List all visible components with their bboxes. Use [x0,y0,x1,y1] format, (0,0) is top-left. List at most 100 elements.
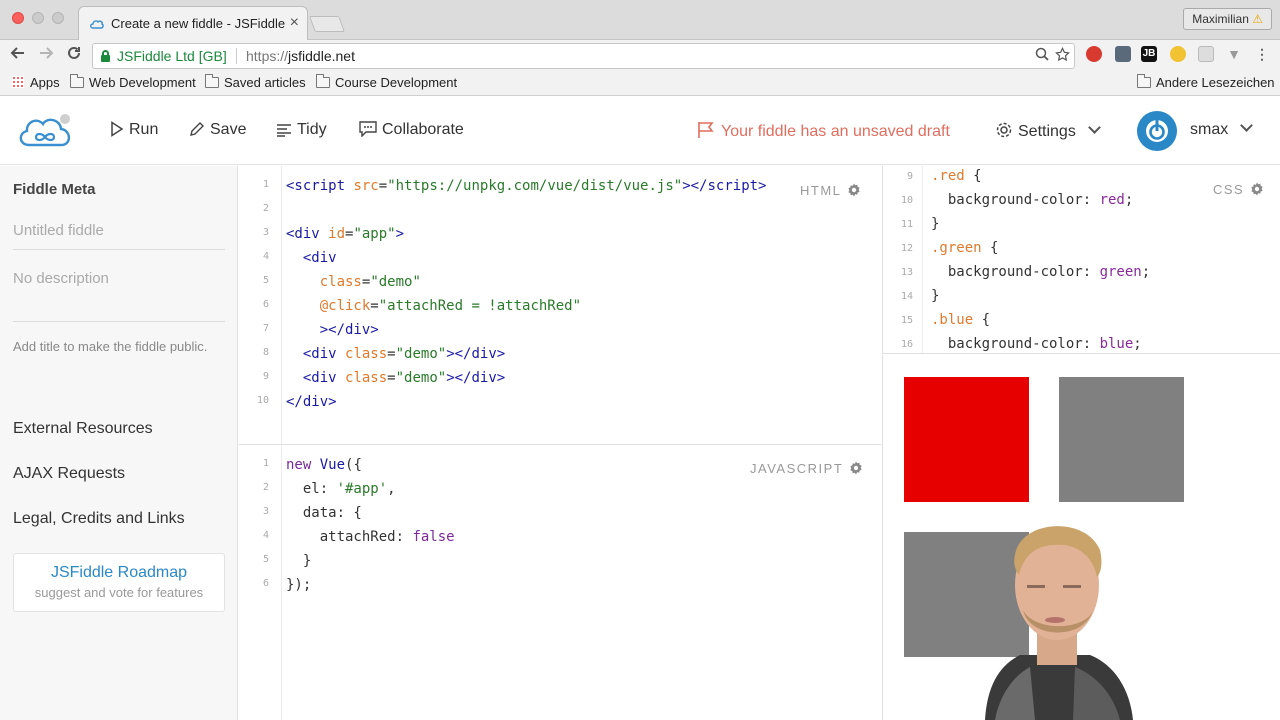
zoom-icon[interactable] [1035,47,1049,64]
html-code[interactable]: <script src="https://unpkg.com/vue/dist/… [286,174,767,414]
line-number: 3 [262,506,269,517]
jsfiddle-logo-icon[interactable] [17,111,75,151]
fiddle-description-input[interactable]: No description [13,270,225,322]
line-number: 4 [262,251,269,262]
extension-puzzle-icon[interactable] [1115,46,1131,62]
forward-arrow-icon[interactable] [36,45,56,65]
unsaved-draft-notice[interactable]: Your fiddle has an unsaved draft [697,121,950,141]
settings-button[interactable]: Settings [995,121,1101,141]
folder-icon [205,74,219,88]
demo-box-red[interactable] [904,377,1029,502]
power-icon [1140,114,1174,148]
line-number: 1 [262,179,269,190]
gear-icon[interactable] [849,461,863,475]
close-window-button[interactable] [12,12,24,24]
reload-icon[interactable] [64,45,84,65]
line-number: 1 [262,458,269,469]
html-editor[interactable]: 1 2 3 4 5 6 7 8 9 10 <script src="https:… [239,166,881,445]
back-arrow-icon[interactable] [8,45,28,65]
sidebar-link-external-resources[interactable]: External Resources [13,420,153,438]
sidebar-link-legal[interactable]: Legal, Credits and Links [13,510,185,528]
line-number: 9 [906,171,913,182]
avatar[interactable] [1137,111,1177,151]
tab-title: Create a new fiddle - JSFiddle [111,16,286,31]
tidy-button[interactable]: Tidy [276,121,327,139]
roadmap-subtitle: suggest and vote for features [34,585,204,600]
sidebar-link-ajax-requests[interactable]: AJAX Requests [13,465,125,483]
minimize-window-button[interactable] [32,12,44,24]
line-number: 15 [900,315,913,326]
bookmark-web-development[interactable]: Web Development [70,74,196,90]
browser-toolbar: JSFiddle Ltd [GB] https://jsfiddle.net J… [0,40,1280,71]
line-number: 9 [262,371,269,382]
line-number: 5 [262,554,269,565]
css-gutter: 9 10 11 12 13 14 15 16 [883,166,923,353]
gear-icon[interactable] [1250,182,1264,196]
browser-titlebar: Create a new fiddle - JSFiddle × Maximil… [0,0,1280,40]
sidebar-title: Fiddle Meta [13,181,96,198]
extension-v-icon[interactable]: ▼ [1226,46,1242,62]
apps-grid-icon [12,76,24,88]
collaborate-button[interactable]: Collaborate [359,121,464,139]
line-number: 10 [256,395,269,406]
javascript-editor[interactable]: 1 2 3 4 5 6 new Vue({ el: '#app', data: … [239,446,881,720]
extension-jb-icon[interactable]: JB [1141,46,1157,62]
bookmark-star-icon[interactable] [1055,46,1070,65]
url-text[interactable]: https://jsfiddle.net [246,48,355,64]
bookmark-course-development[interactable]: Course Development [316,74,457,90]
zoom-window-button[interactable] [52,12,64,24]
chat-bubble-icon [359,121,377,138]
address-bar[interactable]: JSFiddle Ltd [GB] https://jsfiddle.net [92,43,1075,69]
fiddle-title-input[interactable]: Untitled fiddle [13,222,225,250]
user-menu[interactable]: smax [1190,119,1254,139]
extension-grid-icon[interactable] [1198,46,1214,62]
gear-icon [996,122,1012,138]
bookmarks-bar: Apps Web Development Saved articles Cour… [0,71,1280,96]
profile-button[interactable]: Maximilian ⚠ [1183,8,1272,30]
pencil-icon [190,122,204,136]
line-number: 8 [262,347,269,358]
css-editor[interactable]: 9 10 11 12 13 14 15 16 .red { background… [882,166,1280,354]
line-number: 7 [262,323,269,334]
line-number: 14 [900,291,913,302]
fiddle-meta-sidebar: Fiddle Meta Untitled fiddle No descripti… [0,166,238,720]
css-panel-label[interactable]: CSS [1213,182,1264,197]
bookmark-saved-articles[interactable]: Saved articles [205,74,306,90]
webcam-overlay [985,526,1133,720]
js-gutter: 1 2 3 4 5 6 [239,446,282,720]
css-code[interactable]: .red { background-color: red; } .green {… [931,166,1150,353]
line-number: 10 [900,195,913,206]
js-panel-label[interactable]: JAVASCRIPT [750,461,863,476]
chevron-down-icon [1240,119,1254,132]
folder-icon [316,74,330,88]
extension-adblock-icon[interactable] [1086,46,1102,62]
profile-name: Maximilian [1192,12,1249,26]
bookmark-other[interactable]: Andere Lesezeichen [1137,74,1275,90]
line-number: 12 [900,243,913,254]
line-number: 13 [900,267,913,278]
warning-icon: ⚠ [1252,12,1263,26]
new-tab-button[interactable] [309,16,345,32]
jsfiddle-favicon-icon [90,20,104,29]
gear-icon[interactable] [847,183,861,197]
html-panel-label[interactable]: HTML [800,183,861,198]
line-number: 2 [262,482,269,493]
run-button[interactable]: Run [110,121,158,139]
folder-icon [70,74,84,88]
roadmap-card[interactable]: JSFiddle Roadmap suggest and vote for fe… [13,553,225,612]
chevron-down-icon [1087,121,1101,134]
sidebar-note: Add title to make the fiddle public. [13,339,208,354]
bookmark-apps[interactable]: Apps [12,75,60,90]
roadmap-title: JSFiddle Roadmap [50,564,188,581]
tab-close-icon[interactable]: × [290,14,299,32]
extension-yellow-icon[interactable] [1170,46,1186,62]
line-number: 6 [262,578,269,589]
javascript-code[interactable]: new Vue({ el: '#app', data: { attachRed:… [286,453,455,597]
browser-tab[interactable]: Create a new fiddle - JSFiddle × [78,6,308,40]
lock-icon [101,50,110,62]
align-lines-icon [277,124,291,137]
browser-menu-icon[interactable]: ⋮ [1254,46,1270,62]
save-button[interactable]: Save [189,121,246,139]
demo-box[interactable] [1059,377,1184,502]
line-number: 5 [262,275,269,286]
